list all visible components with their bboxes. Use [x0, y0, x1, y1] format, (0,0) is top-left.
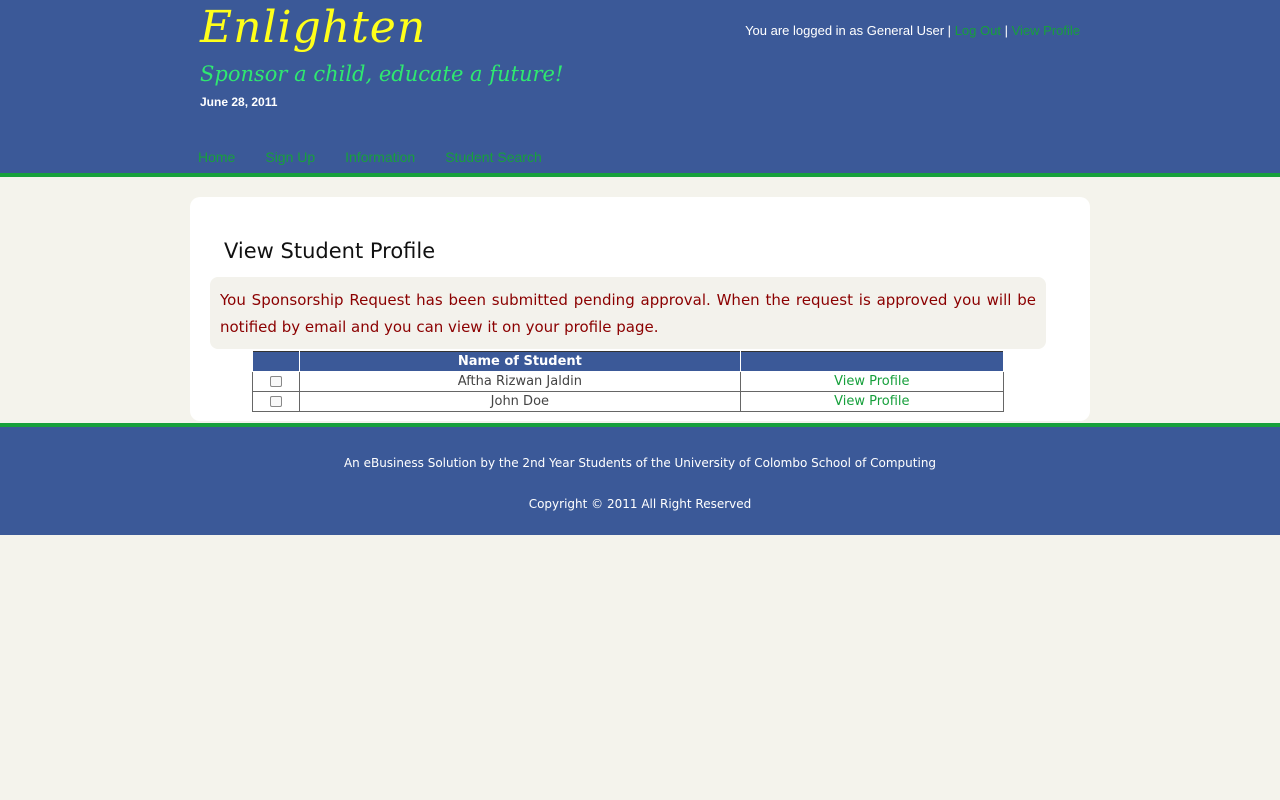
site-footer: An eBusiness Solution by the 2nd Year St… — [0, 423, 1280, 535]
nav-item-sign-up[interactable]: Sign Up — [265, 149, 315, 165]
student-name: John Doe — [299, 391, 741, 412]
logout-link[interactable]: Log Out — [955, 23, 1001, 38]
current-date: June 28, 2011 — [200, 95, 278, 109]
footer-credits: An eBusiness Solution by the 2nd Year St… — [343, 456, 937, 470]
action-cell: View Profile — [739, 371, 1005, 392]
view-profile-link[interactable]: View Profile — [834, 394, 909, 409]
select-cell — [251, 391, 301, 412]
page-title: View Student Profile — [224, 239, 436, 263]
main-nav: Home Sign Up Information Student Search — [198, 149, 572, 165]
view-profile-link[interactable]: View Profile — [834, 374, 909, 389]
row-checkbox[interactable] — [270, 396, 283, 407]
student-name: Aftha Rizwan Jaldin — [299, 371, 741, 392]
content-panel: View Student Profile You Sponsorship Req… — [190, 197, 1090, 421]
select-cell — [251, 371, 301, 392]
site-header: Enlighten Sponsor a child, educate a fut… — [0, 0, 1280, 177]
site-logo[interactable]: Enlighten — [200, 2, 426, 53]
footer-copyright: Copyright © 2011 All Right Reserved — [528, 497, 752, 511]
nav-item-information[interactable]: Information — [345, 149, 415, 165]
site-tagline: Sponsor a child, educate a future! — [200, 62, 564, 86]
separator: | — [947, 23, 952, 38]
table-header-row: Name of Student — [251, 351, 1005, 372]
column-header-action — [739, 351, 1005, 372]
user-status-bar: You are logged in as General User | Log … — [745, 23, 1080, 38]
row-checkbox[interactable] — [270, 376, 283, 387]
table-row: John Doe View Profile — [251, 391, 1005, 412]
login-status-text: You are logged in as General User — [745, 23, 945, 38]
column-header-select — [251, 351, 301, 372]
nav-item-home[interactable]: Home — [198, 149, 235, 165]
view-profile-link[interactable]: View Profile — [1012, 23, 1080, 38]
separator: | — [1004, 23, 1008, 38]
table-row: Aftha Rizwan Jaldin View Profile — [251, 371, 1005, 392]
action-cell: View Profile — [739, 391, 1005, 412]
column-header-name: Name of Student — [299, 351, 741, 372]
nav-item-student-search[interactable]: Student Search — [445, 149, 542, 165]
sponsorship-notice: You Sponsorship Request has been submitt… — [210, 277, 1046, 349]
students-table: Name of Student Aftha Rizwan Jaldin View… — [251, 351, 1005, 412]
